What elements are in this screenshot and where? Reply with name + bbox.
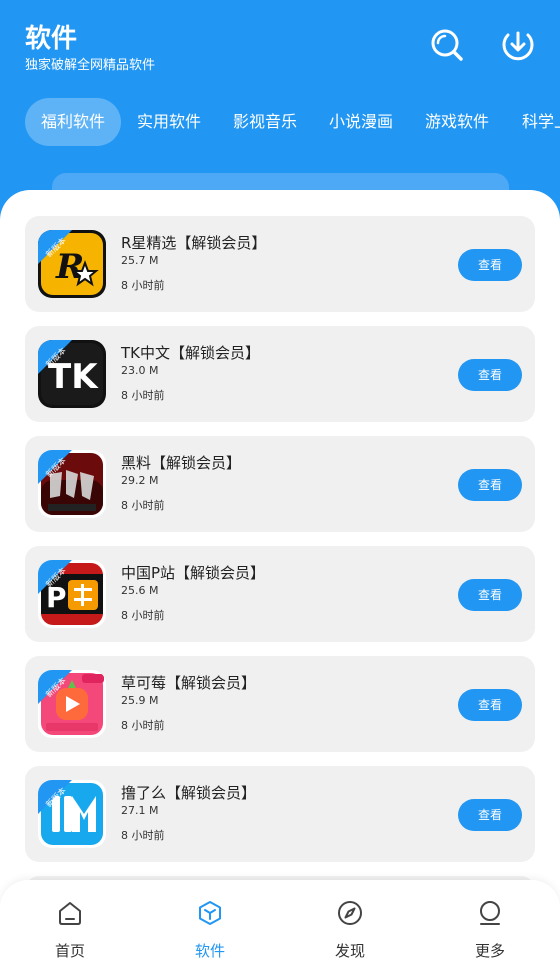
app-name: 中国P站【解锁会员】 xyxy=(121,564,266,582)
app-time: 8 小时前 xyxy=(121,609,165,622)
view-button[interactable]: 查看 xyxy=(458,469,522,501)
bottom-nav: 首页 软件 发现 更多 xyxy=(0,880,560,970)
tab-yingshi[interactable]: 影视音乐 xyxy=(220,98,310,146)
app-time: 8 小时前 xyxy=(121,279,165,292)
nav-software-label: 软件 xyxy=(194,942,225,960)
page-title: 软件 xyxy=(25,24,78,54)
view-button[interactable]: 查看 xyxy=(458,249,522,281)
app-size: 25.7 M xyxy=(121,254,159,267)
app-name: 草可莓【解锁会员】 xyxy=(121,674,257,692)
app-time: 8 小时前 xyxy=(121,829,165,842)
home-icon xyxy=(57,900,83,926)
heiliao-icon: 新版本 xyxy=(38,450,106,518)
list-item[interactable]: TK 新版本 TK中文【解锁会员】 23.0 M 8 小时前 查看 xyxy=(25,326,535,422)
app-time: 8 小时前 xyxy=(121,389,165,402)
list-item[interactable]: P 新版本 中国P站【解锁会员】 25.6 M 8 小时前 查看 xyxy=(25,546,535,642)
r-star-icon: R 新版本 xyxy=(38,230,106,298)
nav-more[interactable]: 更多 xyxy=(420,880,560,970)
view-button[interactable]: 查看 xyxy=(458,579,522,611)
app-name: R星精选【解锁会员】 xyxy=(121,234,267,252)
app-size: 25.9 M xyxy=(121,694,159,707)
view-button[interactable]: 查看 xyxy=(458,689,522,721)
caokemei-icon: 新版本 xyxy=(38,670,106,738)
nav-discover-label: 发现 xyxy=(334,942,365,960)
view-button[interactable]: 查看 xyxy=(458,359,522,391)
list-item[interactable]: 新版本 撸了么【解锁会员】 27.1 M 8 小时前 查看 xyxy=(25,766,535,862)
download-icon[interactable] xyxy=(500,27,536,63)
nav-discover[interactable]: 发现 xyxy=(280,880,420,970)
tab-youxi[interactable]: 游戏软件 xyxy=(412,98,502,146)
app-size: 29.2 M xyxy=(121,474,159,487)
tab-kexue[interactable]: 科学上 xyxy=(508,98,560,146)
app-name: TK中文【解锁会员】 xyxy=(121,344,260,362)
user-icon xyxy=(477,900,503,926)
list-item[interactable]: 新版本 草可莓【解锁会员】 25.9 M 8 小时前 查看 xyxy=(25,656,535,752)
category-tabs: 福利软件 实用软件 影视音乐 小说漫画 游戏软件 科学上 xyxy=(0,98,560,148)
tk-icon: TK 新版本 xyxy=(38,340,106,408)
tab-xiaoshuo[interactable]: 小说漫画 xyxy=(316,98,406,146)
app-size: 25.6 M xyxy=(121,584,159,597)
app-size: 23.0 M xyxy=(121,364,159,377)
app-name: 黑料【解锁会员】 xyxy=(121,454,242,472)
compass-icon xyxy=(337,900,363,926)
page-subtitle: 独家破解全网精品软件 xyxy=(25,58,156,73)
app-list: R 新版本 R星精选【解锁会员】 25.7 M 8 小时前 查看 TK 新版本 … xyxy=(0,190,560,970)
app-time: 8 小时前 xyxy=(121,499,165,512)
nav-home[interactable]: 首页 xyxy=(0,880,140,970)
app-time: 8 小时前 xyxy=(121,719,165,732)
tab-shiyong[interactable]: 实用软件 xyxy=(124,98,214,146)
search-icon[interactable] xyxy=(428,27,464,63)
app-size: 27.1 M xyxy=(121,804,159,817)
p-zhan-icon: P 新版本 xyxy=(38,560,106,628)
nav-software[interactable]: 软件 xyxy=(140,880,280,970)
list-item[interactable]: 新版本 黑料【解锁会员】 29.2 M 8 小时前 查看 xyxy=(25,436,535,532)
view-button[interactable]: 查看 xyxy=(458,799,522,831)
nav-more-label: 更多 xyxy=(474,942,505,960)
list-item[interactable]: R 新版本 R星精选【解锁会员】 25.7 M 8 小时前 查看 xyxy=(25,216,535,312)
nav-home-label: 首页 xyxy=(54,942,85,960)
app-name: 撸了么【解锁会员】 xyxy=(121,784,257,802)
lulema-icon: 新版本 xyxy=(38,780,106,848)
tab-fuli[interactable]: 福利软件 xyxy=(25,98,121,146)
cube-icon xyxy=(197,900,223,926)
